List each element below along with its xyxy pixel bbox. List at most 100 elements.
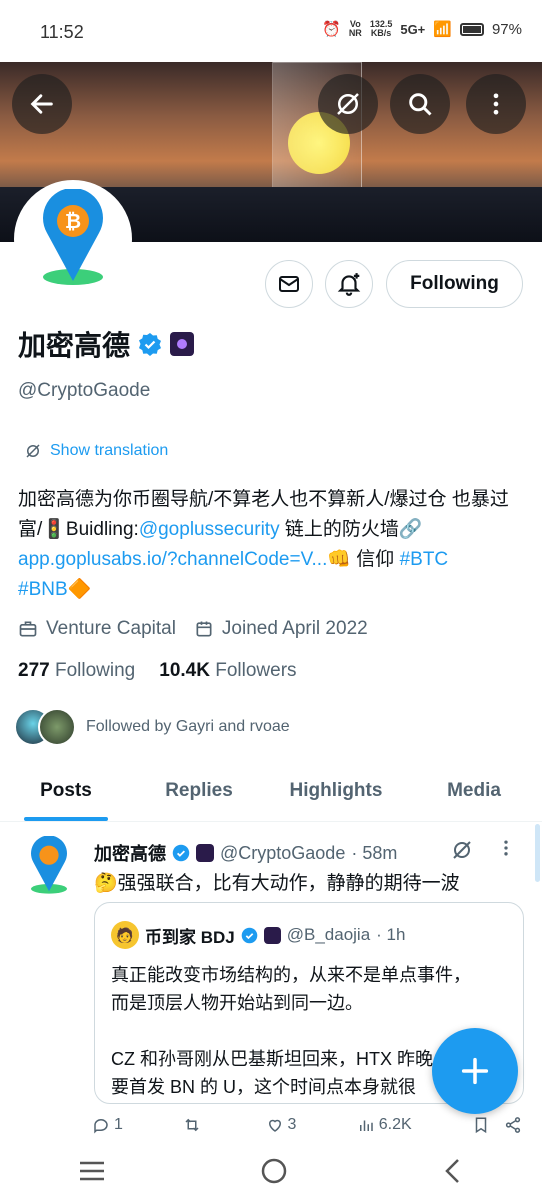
- post-text: 🤔强强联合，比有大动作，静静的期待一波: [94, 873, 460, 894]
- profile-avatar[interactable]: ₿: [14, 180, 132, 298]
- search-icon: [409, 93, 432, 116]
- repost-button[interactable]: [183, 1116, 205, 1134]
- grok-icon: [337, 93, 359, 115]
- reply-icon: [94, 1119, 108, 1134]
- bio-url-link[interactable]: app.goplusabs.io/?channelCode=V...: [18, 549, 327, 570]
- heart-icon: [268, 1119, 281, 1132]
- signal-icon: 📶: [433, 21, 452, 38]
- profile-name: 加密高德: [18, 330, 131, 361]
- bio-hashtag-bnb[interactable]: #BNB: [18, 579, 68, 600]
- like-button[interactable]: 3: [266, 1116, 296, 1134]
- repost-icon: [185, 1118, 199, 1132]
- volte-indicator: Vo NR: [348, 19, 362, 38]
- network-type: 5G+: [400, 21, 426, 37]
- followers-count-link[interactable]: 10.4K Followers: [159, 660, 296, 682]
- envelope-icon: [279, 276, 299, 292]
- profile-counts: 277 Following 10.4K Followers: [18, 660, 297, 682]
- net-speed: 132.5 KB/s: [369, 19, 393, 38]
- affiliate-badge-icon[interactable]: [170, 332, 195, 356]
- bookmark-icon[interactable]: [472, 1116, 490, 1134]
- post-time: · 58m: [351, 842, 398, 863]
- system-nav-bar: [0, 1142, 542, 1200]
- quoted-author: 币到家 BDJ: [145, 927, 235, 947]
- arrow-left-icon: [30, 94, 53, 114]
- profile-bio: 加密高德为你币圈导航/不算老人也不算新人/爆过仓 也暴过富/🚦Buidling:…: [18, 485, 528, 605]
- verified-badge-icon: [241, 927, 258, 943]
- show-translation-link[interactable]: Show translation: [24, 442, 168, 460]
- quoted-line: 而是顶层人物开始站到同一边。: [111, 993, 363, 1013]
- affiliate-badge-icon: [196, 844, 214, 862]
- notify-button[interactable]: [325, 260, 373, 308]
- followed-by[interactable]: Followed by Gayri and rvoae: [14, 708, 290, 746]
- bookmark-share-group: [472, 1116, 522, 1134]
- status-time: 11:52: [40, 22, 84, 42]
- bio-mention-link[interactable]: @goplussecurity: [139, 519, 280, 540]
- plus-icon: [461, 1057, 489, 1085]
- category-label: Venture Capital: [46, 618, 176, 639]
- views-button[interactable]: 6.2K: [357, 1116, 412, 1134]
- status-icons: ⏰ Vo NR 132.5 KB/s 5G+ 📶 97%: [322, 19, 522, 39]
- avatar: [38, 708, 76, 746]
- profile-joined: Joined April 2022: [194, 618, 368, 640]
- verified-badge-icon: [139, 333, 162, 356]
- reply-button[interactable]: 1: [92, 1116, 123, 1134]
- profile-meta: Venture Capital Joined April 2022: [18, 618, 368, 640]
- share-icon[interactable]: [504, 1116, 522, 1134]
- search-button[interactable]: [390, 74, 450, 134]
- followed-by-avatars: [14, 708, 76, 746]
- bio-text: 链上的防火墙🔗: [279, 519, 423, 540]
- post-header: 加密高德 @CryptoGaode · 58m: [94, 840, 397, 866]
- quoted-post-header: 🧑 币到家 BDJ @B_daojia · 1h: [111, 921, 405, 949]
- post-actions: 1 3 6.2K: [92, 1116, 522, 1134]
- verified-badge-icon: [172, 844, 190, 862]
- briefcase-icon: [19, 621, 37, 637]
- profile-name-row: 加密高德: [18, 324, 195, 364]
- post-handle: @CryptoGaode: [220, 842, 346, 863]
- grok-button[interactable]: [318, 74, 378, 134]
- avatar: 🧑: [111, 921, 139, 949]
- grok-post-button[interactable]: [450, 838, 474, 867]
- bio-emoji: 🔶: [67, 579, 92, 600]
- tab-posts[interactable]: Posts: [0, 760, 132, 821]
- affiliate-badge-icon: [263, 926, 281, 944]
- post-avatar[interactable]: [22, 836, 76, 896]
- battery-level: 97%: [491, 20, 522, 38]
- back-nav-icon[interactable]: [441, 1157, 465, 1185]
- calendar-icon: [196, 621, 212, 637]
- profile-tabs: Posts Replies Highlights Media: [0, 760, 542, 822]
- quoted-time: · 1h: [376, 925, 406, 944]
- recent-apps-icon[interactable]: [77, 1159, 107, 1183]
- bio-text: 👊 信仰: [327, 549, 400, 570]
- tab-replies[interactable]: Replies: [132, 760, 266, 821]
- back-button[interactable]: [12, 74, 72, 134]
- status-bar: 11:52 ⏰ Vo NR 132.5 KB/s 5G+ 📶 97%: [0, 0, 542, 62]
- compose-post-button[interactable]: [432, 1028, 518, 1114]
- tab-media[interactable]: Media: [406, 760, 542, 821]
- joined-label: Joined April 2022: [221, 618, 368, 639]
- show-translation-label: Show translation: [50, 442, 169, 459]
- following-count-link[interactable]: 277 Following: [18, 660, 135, 682]
- alarm-icon: ⏰: [322, 21, 341, 38]
- map-pin-bitcoin-icon: ₿: [43, 189, 103, 285]
- grok-icon: [453, 841, 471, 859]
- more-button[interactable]: [466, 74, 526, 134]
- following-button[interactable]: Following: [386, 260, 523, 308]
- message-button[interactable]: [265, 260, 313, 308]
- bell-plus-icon: [337, 273, 361, 296]
- bio-hashtag-btc[interactable]: #BTC: [400, 549, 449, 570]
- views-icon: [359, 1120, 373, 1131]
- quoted-handle: @B_daojia: [286, 925, 371, 944]
- quoted-line: 真正能改变市场结构的，从来不是单点事件，: [111, 965, 471, 985]
- grok-icon: [26, 444, 40, 458]
- profile-handle: @CryptoGaode: [18, 380, 151, 401]
- more-vertical-icon: [493, 93, 499, 115]
- tab-highlights[interactable]: Highlights: [266, 760, 406, 821]
- followed-by-label: Followed by Gayri and rvoae: [86, 718, 290, 735]
- profile-category: Venture Capital: [18, 618, 176, 640]
- battery-icon: [459, 22, 484, 36]
- post-more-button[interactable]: [496, 838, 516, 864]
- scrollbar[interactable]: [535, 824, 540, 882]
- home-icon[interactable]: [260, 1157, 288, 1185]
- svg-text:₿: ₿: [65, 211, 81, 233]
- post-author[interactable]: 加密高德: [94, 840, 166, 866]
